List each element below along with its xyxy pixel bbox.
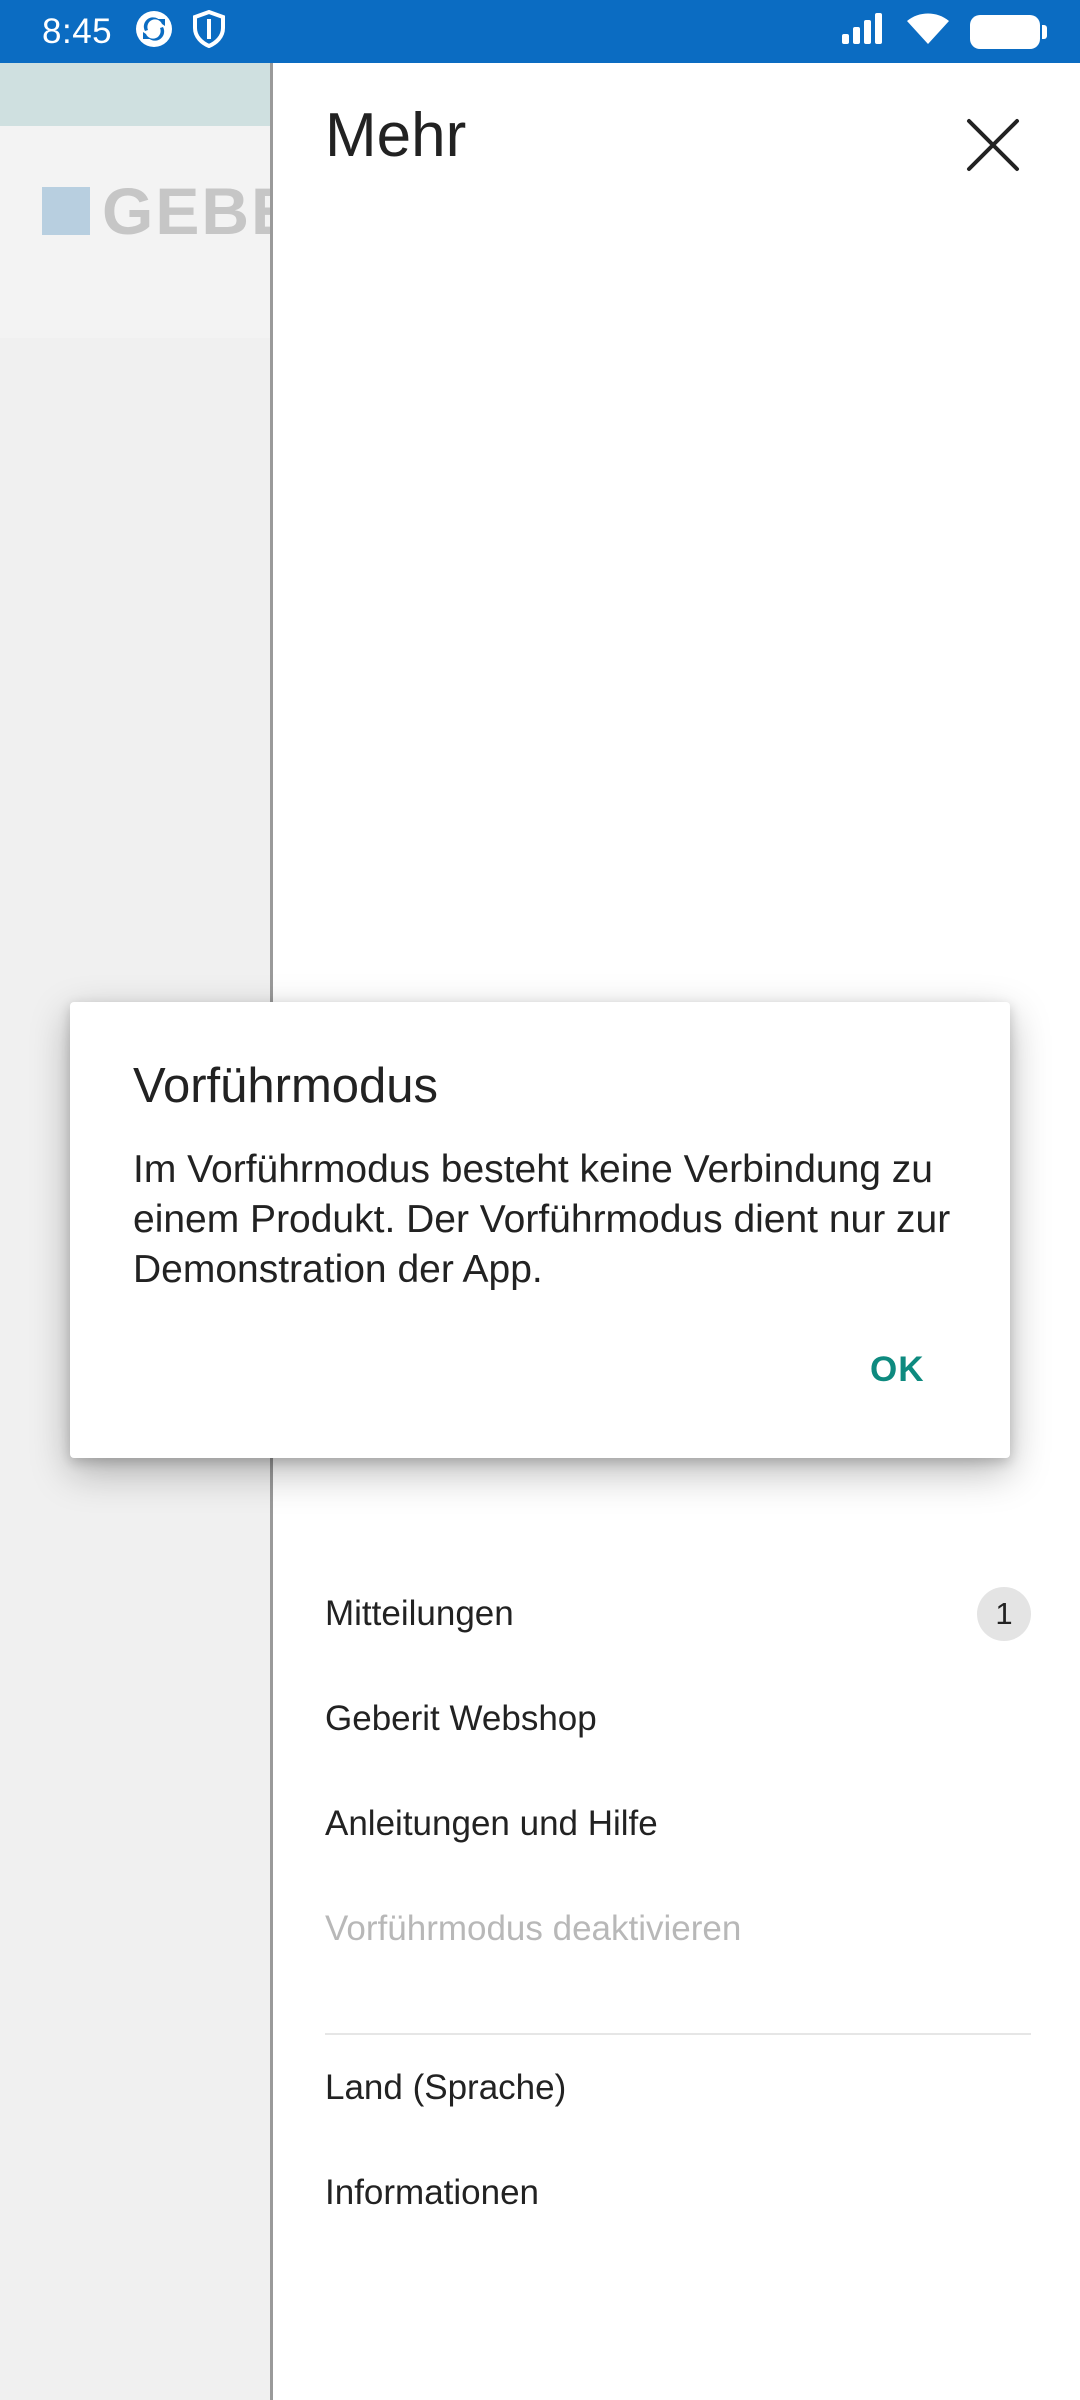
sync-icon (134, 9, 174, 54)
close-icon (967, 119, 1019, 171)
signal-icon (840, 12, 886, 51)
menu-item-label: Land (Sprache) (325, 2067, 567, 2107)
close-button[interactable] (963, 115, 1023, 175)
menu-item-label: Mitteilungen (325, 1593, 514, 1633)
logo-square-icon (42, 187, 90, 235)
menu-item-anleitungen[interactable]: Anleitungen und Hilfe (325, 1771, 1031, 1876)
battery-icon (970, 14, 1047, 49)
shield-icon (192, 9, 226, 53)
ok-button[interactable]: OK (870, 1350, 925, 1390)
menu-item-mitteilungen[interactable]: Mitteilungen 1 (325, 1561, 1031, 1666)
menu-item-label: Vorführmodus deaktivieren (325, 1908, 742, 1948)
notification-badge: 1 (977, 1587, 1031, 1641)
geberit-logo: GEBERIT (42, 173, 272, 249)
menu-item-label: Anleitungen und Hilfe (325, 1803, 658, 1843)
drawer-title: Mehr (325, 101, 467, 170)
demo-mode-dialog: Vorführmodus Im Vorführmodus besteht kei… (70, 1002, 1010, 1458)
menu-item-webshop[interactable]: Geberit Webshop (325, 1666, 1031, 1771)
menu-item-label: Informationen (325, 2172, 540, 2212)
status-time: 8:45 (42, 11, 113, 51)
menu-item-label: Geberit Webshop (325, 1698, 597, 1738)
background-toolbar (0, 63, 272, 126)
menu-item-land-sprache[interactable]: Land (Sprache) (325, 2035, 1031, 2140)
menu-item-informationen[interactable]: Informationen (325, 2140, 1031, 2245)
dialog-title: Vorführmodus (133, 1059, 439, 1113)
drawer-menu: Mitteilungen 1 Geberit Webshop Anleitung… (325, 1561, 1031, 2245)
dialog-message: Im Vorführmodus besteht keine Verbindung… (133, 1148, 951, 1291)
logo-text: GEBERIT (102, 174, 272, 248)
wifi-icon (906, 12, 950, 51)
status-bar: 8:45 (0, 0, 1080, 63)
menu-item-vorfuehrmodus-deaktivieren[interactable]: Vorführmodus deaktivieren (325, 1876, 1031, 1981)
